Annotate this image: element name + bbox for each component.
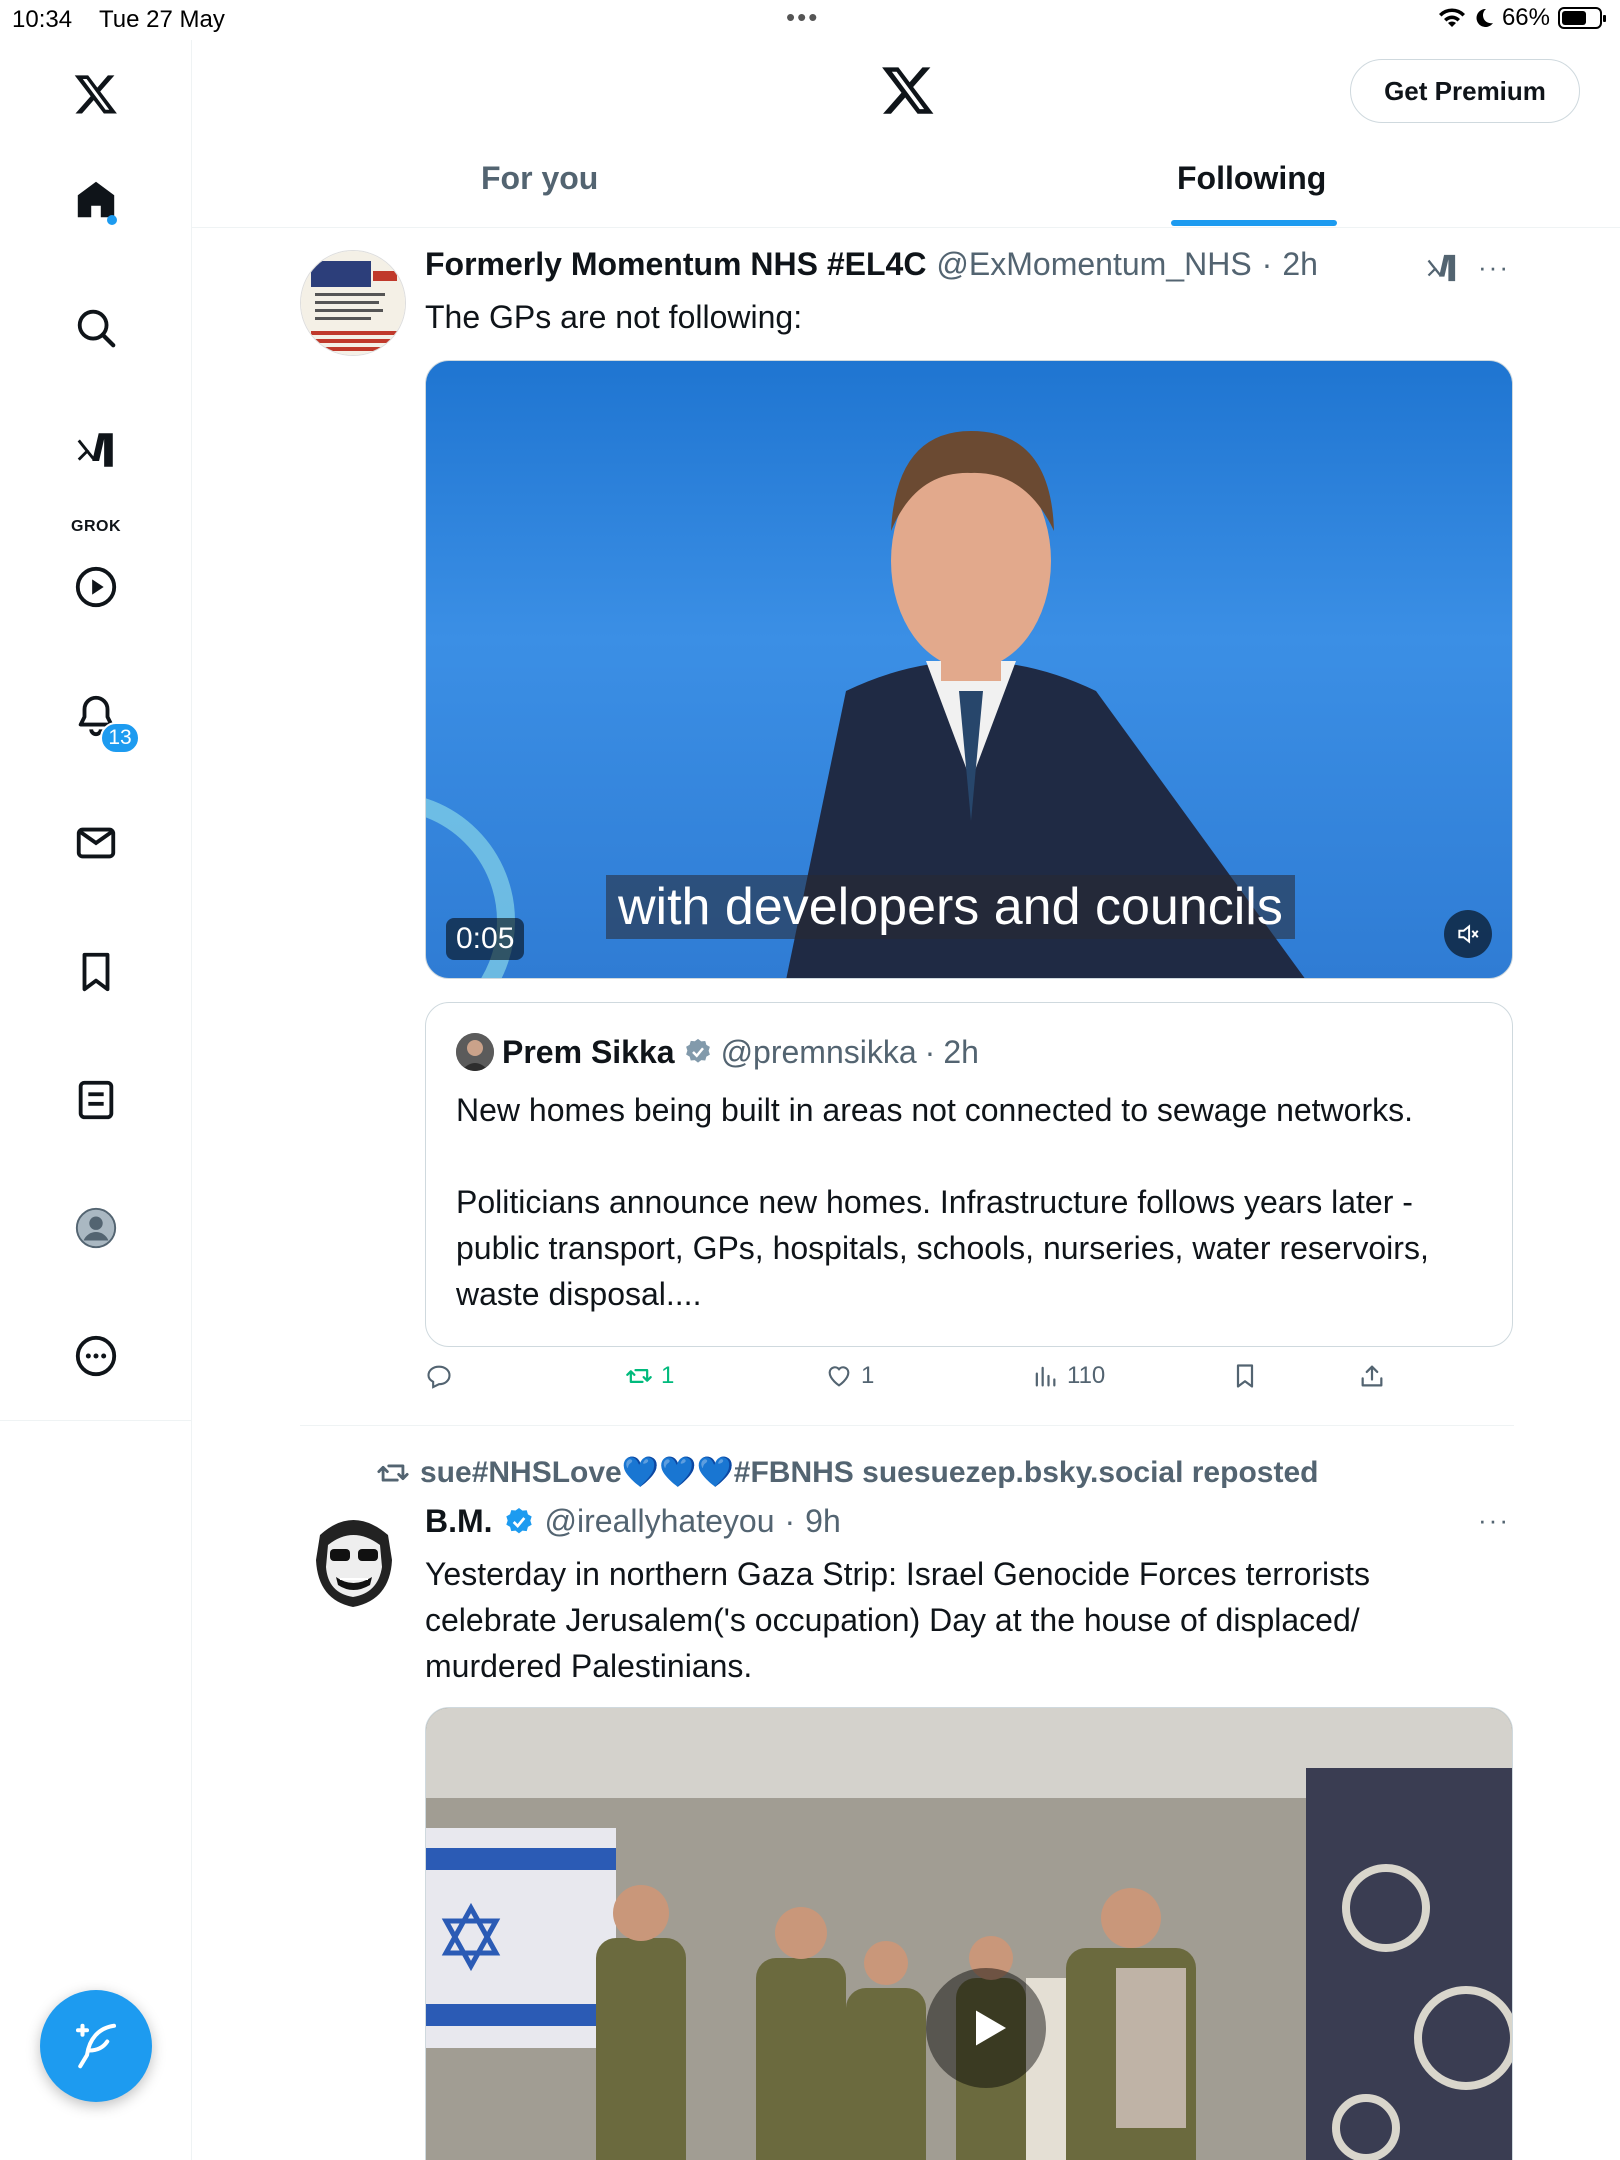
tweet-video[interactable] — [425, 1707, 1513, 2160]
quoted-tweet-text: New homes being built in areas not conne… — [456, 1087, 1486, 1317]
repost-small-icon — [377, 1464, 409, 1481]
retweet-icon — [626, 1369, 652, 1383]
quoted-tweet[interactable]: Prem Sikka @premnsikka · 2h New homes be… — [425, 1002, 1513, 1347]
like-button[interactable]: 1 — [825, 1362, 874, 1390]
retweet-count: 1 — [661, 1362, 675, 1389]
battery-fill — [1562, 11, 1586, 25]
status-right: 66% — [1438, 4, 1606, 32]
search-icon[interactable] — [66, 298, 126, 358]
compose-post-button[interactable] — [40, 1990, 152, 2102]
quoted-avatar[interactable] — [456, 1033, 494, 1071]
author-handle[interactable]: @ExMomentum_NHS — [936, 246, 1251, 283]
timeline-header: Get Premium For you Following — [192, 40, 1620, 228]
author-handle[interactable]: @ireallyhateyou — [545, 1503, 775, 1540]
grok-label: GROK — [71, 518, 121, 535]
tab-following[interactable]: Following — [1177, 160, 1326, 197]
bookmark-button[interactable] — [1231, 1362, 1259, 1390]
get-premium-button[interactable]: Get Premium — [1350, 59, 1580, 123]
verified-badge-icon — [505, 1507, 532, 1533]
dot-separator: · — [784, 1503, 796, 1539]
dot-separator: · — [1261, 246, 1273, 282]
speaker-muted-icon — [1458, 924, 1479, 944]
heart-icon — [828, 1366, 850, 1387]
retweet-button[interactable]: 1 — [625, 1362, 674, 1390]
video-caption: with developers and councils — [606, 875, 1295, 939]
x-logo-icon[interactable] — [66, 64, 126, 124]
profile-icon[interactable] — [66, 1198, 126, 1258]
tweet-avatar[interactable] — [300, 250, 406, 356]
author-name[interactable]: B.M. — [425, 1503, 493, 1540]
share-button[interactable] — [1358, 1362, 1386, 1390]
share-icon — [1361, 1365, 1383, 1387]
home-unread-dot — [107, 215, 117, 225]
compose-feather-icon — [75, 2023, 117, 2069]
x-logo-center-icon[interactable] — [880, 62, 936, 118]
views-count: 110 — [1067, 1362, 1106, 1389]
repost-by-text: sue#NHSLove💙💙💙#FBNHS suesuezep.bsky.soci… — [420, 1456, 1319, 1489]
tweet-time[interactable]: 2h — [1282, 246, 1318, 283]
play-button[interactable] — [926, 1968, 1046, 2088]
video-duration: 0:05 — [446, 918, 525, 960]
battery-icon — [1558, 7, 1606, 29]
status-date: Tue 27 May — [99, 6, 225, 33]
video-icon[interactable] — [66, 557, 126, 617]
status-time: 10:34 — [12, 6, 73, 33]
multitasking-dots-icon[interactable]: ••• — [786, 2, 819, 33]
sidebar: GROK 13 — [0, 40, 192, 2160]
reply-button[interactable] — [425, 1362, 461, 1390]
bookmarks-icon[interactable] — [66, 942, 126, 1002]
grok-explain-icon[interactable] — [1424, 250, 1460, 286]
quoted-author-handle[interactable]: @premnsikka — [721, 1034, 917, 1071]
sidebar-divider — [0, 1420, 192, 1421]
tweet-header: Formerly Momentum NHS #EL4C @ExMomentum_… — [425, 246, 1318, 283]
more-icon[interactable] — [66, 1326, 126, 1386]
like-count: 1 — [861, 1362, 875, 1389]
quoted-paragraph: Politicians announce new homes. Infrastr… — [456, 1184, 1429, 1312]
tab-for-you[interactable]: For you — [481, 160, 598, 197]
tweet-header: B.M. @ireallyhateyou · 9h — [425, 1503, 841, 1540]
play-icon — [976, 2010, 1006, 2046]
wifi-icon — [1438, 8, 1465, 27]
quoted-author-name[interactable]: Prem Sikka — [502, 1034, 675, 1071]
quoted-tweet-time[interactable]: 2h — [943, 1034, 979, 1071]
tweet-avatar[interactable] — [300, 1505, 406, 1611]
tweet-video[interactable]: with developers and councils 0:05 — [425, 360, 1513, 979]
status-bar: 10:34 Tue 27 May ••• 66% — [0, 0, 1620, 40]
battery-percent: 66% — [1501, 4, 1550, 31]
mute-button[interactable] — [1444, 910, 1492, 958]
tweet-text: The GPs are not following: — [425, 299, 803, 335]
author-name[interactable]: Formerly Momentum NHS #EL4C — [425, 246, 926, 283]
quoted-paragraph: New homes being built in areas not conne… — [456, 1092, 1413, 1128]
more-options-icon[interactable]: ··· — [1478, 1505, 1510, 1536]
lists-icon[interactable] — [66, 1070, 126, 1130]
home-icon[interactable] — [66, 170, 126, 230]
grok-icon[interactable] — [66, 420, 126, 480]
active-tab-indicator — [1171, 220, 1337, 226]
repost-indicator[interactable]: sue#NHSLove💙💙💙#FBNHS suesuezep.bsky.soci… — [376, 1455, 1318, 1490]
quoted-tweet-header: Prem Sikka @premnsikka · 2h — [456, 1033, 979, 1071]
tweet-text: Yesterday in northern Gaza Strip: Israel… — [425, 1556, 1371, 1684]
tweet-time[interactable]: 9h — [805, 1503, 841, 1540]
views-button[interactable]: 110 — [1031, 1362, 1105, 1390]
moon-icon — [1476, 8, 1493, 27]
verified-badge-icon — [685, 1038, 710, 1063]
views-chart-icon — [1035, 1366, 1056, 1387]
tweet-separator — [300, 1425, 1514, 1426]
messages-icon[interactable] — [66, 813, 126, 873]
notifications-badge: 13 — [100, 722, 140, 754]
reply-icon — [427, 1365, 451, 1389]
tweet-actions: 1 1 110 — [425, 1362, 1425, 1406]
more-options-icon[interactable]: ··· — [1478, 252, 1510, 283]
bookmark-icon — [1236, 1364, 1254, 1388]
video-frame-image — [426, 1708, 1512, 2160]
dot-separator: · — [924, 1033, 936, 1070]
